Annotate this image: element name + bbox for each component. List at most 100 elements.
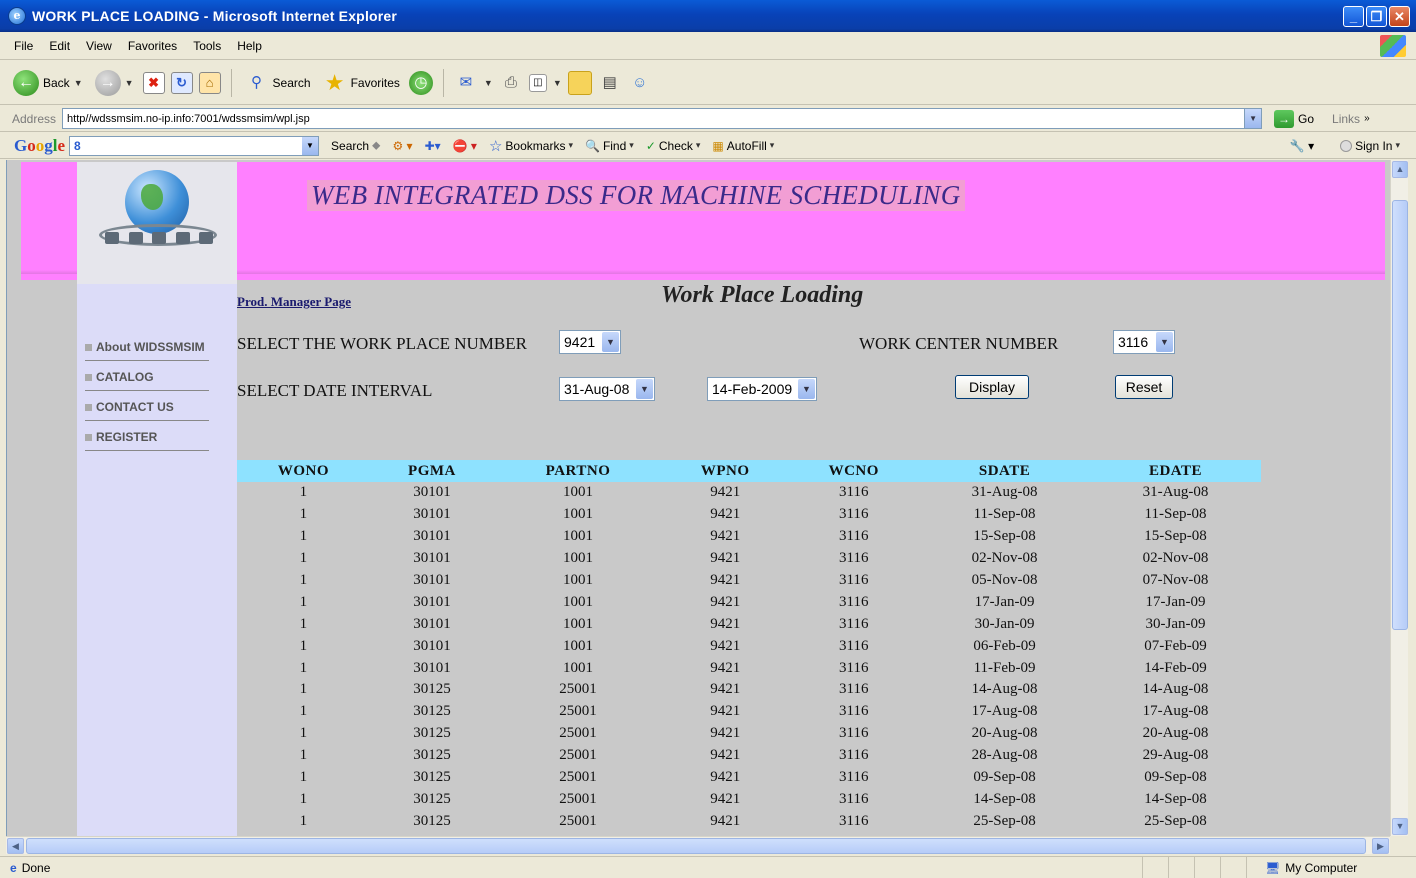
google-search-dropdown-icon[interactable]: ▼ <box>302 136 319 155</box>
table-cell-wono: 1 <box>299 615 308 632</box>
autofill-icon: ▦ <box>712 138 724 153</box>
menu-edit[interactable]: Edit <box>49 39 70 53</box>
menu-help[interactable]: Help <box>237 39 262 53</box>
nav-item-catalog[interactable]: CATALOG <box>85 370 209 391</box>
scroll-right-icon[interactable]: ▶ <box>1372 838 1389 854</box>
google-search-button[interactable]: Search ⬥ <box>331 138 380 153</box>
table-cell-sdate: 17-Jan-09 <box>974 593 1035 610</box>
autofill-button[interactable]: ▦ AutoFill ▾ <box>712 139 774 153</box>
scroll-left-icon[interactable]: ◀ <box>7 838 24 854</box>
research-icon[interactable]: ▤ <box>598 71 622 95</box>
table-cell-edate: 29-Aug-08 <box>1142 747 1209 764</box>
go-button[interactable]: → Go <box>1274 109 1314 128</box>
find-label: Find <box>602 138 627 153</box>
table-cell-sdate: 31-Aug-08 <box>971 484 1038 501</box>
menu-view[interactable]: View <box>86 39 112 53</box>
table-row: 1 30101 1001 9421 3116 31-Aug-08 31-Aug-08 <box>237 482 1261 504</box>
date-to-select[interactable]: 14-Feb-2009 ▼ <box>707 377 817 401</box>
date-from-select[interactable]: 31-Aug-08 ▼ <box>559 377 655 401</box>
bookmarks-button[interactable]: ☆ Bookmarks ▾ <box>489 137 573 155</box>
table-cell-sdate: 02-Nov-08 <box>971 550 1038 567</box>
table-cell-edate: 15-Sep-08 <box>1144 528 1207 545</box>
bookmarks-label: Bookmarks <box>505 138 566 153</box>
sign-in-button[interactable]: Sign In ▾ <box>1340 139 1400 153</box>
address-dropdown-icon[interactable]: ▼ <box>1244 109 1262 128</box>
scroll-up-icon[interactable]: ▲ <box>1392 161 1408 178</box>
folder-icon[interactable] <box>567 70 592 95</box>
scroll-down-icon[interactable]: ▼ <box>1392 818 1408 835</box>
table-cell-wono: 1 <box>299 506 308 523</box>
mail-icon[interactable]: ✉ <box>454 71 478 95</box>
horizontal-scrollbar[interactable]: ◀ ▶ <box>6 836 1390 854</box>
print-icon[interactable]: ⎙ <box>499 71 523 95</box>
banner-title: WEB INTEGRATED DSS FOR MACHINE SCHEDULIN… <box>307 180 965 211</box>
nav-item-about[interactable]: About WIDSSMSIM <box>85 340 209 361</box>
status-pane <box>1194 857 1220 878</box>
links-button[interactable]: Links <box>1332 112 1360 126</box>
pagerank-icon[interactable]: ⚙ ▾ <box>392 139 412 153</box>
vertical-scroll-thumb[interactable] <box>1392 200 1408 630</box>
wrench-icon[interactable]: 🔧 ▾ <box>1290 139 1314 153</box>
google-search-input[interactable]: 8 ▼ <box>69 135 320 156</box>
history-icon[interactable]: ◷ <box>408 70 433 95</box>
check-button[interactable]: ✓ Check ▾ <box>646 139 701 153</box>
search-button[interactable]: ⚲ Search <box>242 67 314 99</box>
table-cell-wpno: 9421 <box>710 484 741 501</box>
forward-button[interactable]: → ▼ <box>92 67 137 99</box>
menu-file[interactable]: File <box>14 39 33 53</box>
close-button[interactable]: ✕ <box>1389 5 1410 27</box>
table-cell-edate: 20-Aug-08 <box>1142 725 1209 742</box>
favorites-button[interactable]: ★ Favorites <box>320 67 403 99</box>
nav-item-contact[interactable]: CONTACT US <box>85 400 209 421</box>
edit-icon[interactable]: ◫ <box>528 73 547 92</box>
table-cell-pgma: 30125 <box>413 703 451 720</box>
nav-item-label: REGISTER <box>96 430 158 444</box>
chevron-right-icon[interactable]: » <box>1364 113 1370 124</box>
forward-dropdown-icon[interactable]: ▼ <box>125 78 134 88</box>
work-center-select[interactable]: 3116 ▼ <box>1113 330 1175 354</box>
table-row: 1 30125 25001 9421 3116 14-Aug-08 14-Aug-08 <box>237 679 1261 701</box>
messenger-icon[interactable]: ☺ <box>628 71 652 95</box>
edit-dropdown-icon[interactable]: ▼ <box>553 78 562 88</box>
find-button[interactable]: 🔍 Find ▾ <box>585 139 634 153</box>
table-cell-partno: 25001 <box>559 790 597 807</box>
arrows-icon: ⬥ <box>372 138 381 152</box>
check-label: Check <box>658 138 693 153</box>
sign-in-icon <box>1340 139 1353 152</box>
menu-tools[interactable]: Tools <box>193 39 221 53</box>
refresh-icon[interactable]: ↻ <box>170 71 193 94</box>
prod-manager-link[interactable]: Prod. Manager Page <box>237 294 351 310</box>
back-dropdown-icon[interactable]: ▼ <box>74 78 83 88</box>
home-icon[interactable]: ⌂ <box>198 71 221 94</box>
google-logo[interactable]: Google <box>14 136 65 156</box>
address-input[interactable]: http//wdssmsim.no-ip.info:7001/wdssmsim/… <box>62 108 1263 129</box>
mail-dropdown-icon[interactable]: ▼ <box>484 78 493 88</box>
column-header-wcno: WCNO <box>788 460 920 482</box>
table-cell-partno: 1001 <box>563 637 594 654</box>
table-row: 1 30125 25001 9421 3116 28-Aug-08 29-Aug-08 <box>237 745 1261 767</box>
search-icon: ⚲ <box>251 73 263 91</box>
table-cell-wpno: 9421 <box>710 703 741 720</box>
work-place-select[interactable]: 9421 ▼ <box>559 330 621 354</box>
window-title-bar[interactable]: e WORK PLACE LOADING - Microsoft Interne… <box>0 0 1416 32</box>
plus-icon[interactable]: ✚▾ <box>425 139 441 153</box>
vertical-scrollbar[interactable]: ▲ ▼ <box>1390 160 1408 836</box>
minimize-button[interactable]: _ <box>1343 5 1364 27</box>
table-row: 1 30101 1001 9421 3116 17-Jan-09 17-Jan-09 <box>237 591 1261 613</box>
popup-blocker-icon[interactable]: ⛔ ▾ <box>453 139 477 153</box>
table-cell-pgma: 30125 <box>413 812 451 829</box>
maximize-button[interactable]: ❐ <box>1366 5 1387 27</box>
table-cell-pgma: 30101 <box>413 550 451 567</box>
back-button[interactable]: ← Back ▼ <box>10 67 86 99</box>
nav-item-register[interactable]: REGISTER <box>85 430 209 451</box>
bullet-icon <box>85 374 92 382</box>
table-row: 1 30125 25001 9421 3116 09-Sep-08 09-Sep-08 <box>237 767 1261 789</box>
table-cell-edate: 07-Feb-09 <box>1144 637 1207 654</box>
display-button[interactable]: Display <box>955 375 1029 399</box>
horizontal-scroll-thumb[interactable] <box>26 838 1366 854</box>
table-cell-partno: 25001 <box>559 725 597 742</box>
reset-button[interactable]: Reset <box>1115 375 1173 399</box>
stop-icon[interactable]: ✖ <box>142 71 165 94</box>
table-cell-wpno: 9421 <box>710 725 741 742</box>
menu-favorites[interactable]: Favorites <box>128 39 177 53</box>
